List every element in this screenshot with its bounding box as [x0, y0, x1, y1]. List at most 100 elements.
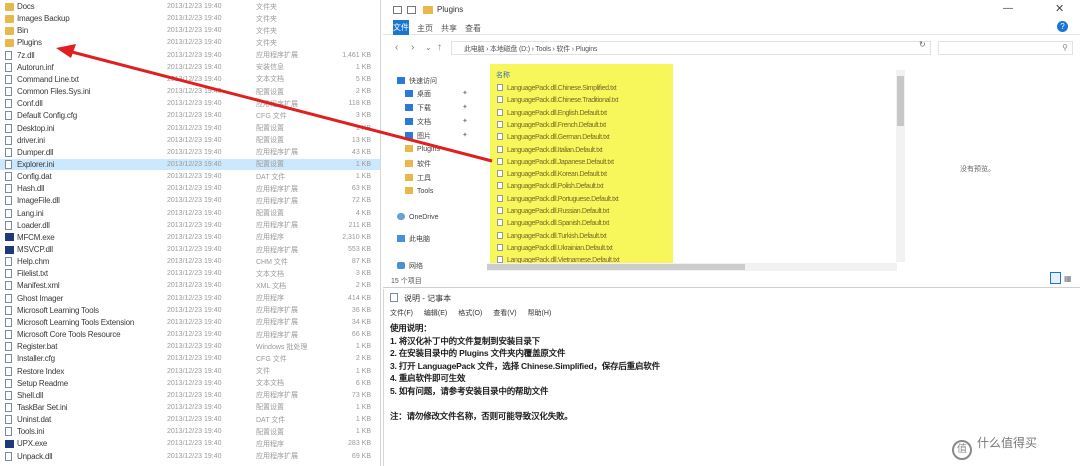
- file-row[interactable]: driver.ini 2013/12/23 19:40 配置设置 13 KB: [0, 135, 380, 146]
- back-icon[interactable]: ‹: [395, 42, 398, 53]
- file-row[interactable]: Autorun.inf 2013/12/23 19:40 安装信息 1 KB: [0, 62, 380, 73]
- pin-icon[interactable]: ✦: [462, 89, 468, 97]
- nav-item[interactable]: OneDrive: [397, 213, 439, 225]
- file-row[interactable]: LanguagePack.dll.Portuguese.Default.txt: [497, 194, 619, 205]
- tab-view[interactable]: 查看: [465, 23, 481, 34]
- large-icons-view-icon[interactable]: ▦: [1064, 274, 1073, 283]
- file-row[interactable]: Explorer.ini 2013/12/23 19:40 配置设置 1 KB: [0, 158, 380, 170]
- file-row[interactable]: Help.chm 2013/12/23 19:40 CHM 文件 87 KB: [0, 256, 380, 267]
- nav-item[interactable]: 桌面: [405, 89, 431, 101]
- text-line: 4. 重启软件即可生效: [390, 373, 466, 383]
- file-size: 1 KB: [355, 124, 371, 132]
- file-row[interactable]: Bin 2013/12/23 19:40 文件夹: [0, 25, 380, 36]
- pin-icon[interactable]: ✦: [462, 131, 468, 139]
- file-row[interactable]: 7z.dll 2013/12/23 19:40 应用程序扩展 1,461 KB: [0, 50, 380, 61]
- file-row[interactable]: Default Config.cfg 2013/12/23 19:40 CFG 文件…: [0, 110, 380, 121]
- menu-edit[interactable]: 编辑(E): [424, 310, 447, 317]
- file-row[interactable]: UPX.exe 2013/12/23 19:40 应用程序 283 KB: [0, 438, 380, 449]
- file-row[interactable]: LanguagePack.dll.Spanish.Default.txt: [497, 219, 609, 229]
- pin-icon[interactable]: ✦: [462, 103, 468, 111]
- menu-help[interactable]: 帮助(H): [528, 310, 552, 317]
- file-row[interactable]: Conf.dll 2013/12/23 19:40 应用程序扩展 118 KB: [0, 98, 380, 109]
- address-bar[interactable]: 此电脑 › 本地磁盘 (D:) › Tools › 软件 › Plugins: [451, 41, 931, 55]
- file-row[interactable]: LanguagePack.dll.Russian.Default.txt: [497, 207, 609, 217]
- file-row[interactable]: LanguagePack.dll.Italian.Default.txt: [497, 145, 603, 156]
- file-row[interactable]: LanguagePack.dll.Ukrainian.Default.txt: [497, 243, 613, 254]
- tab-share[interactable]: 共享: [441, 23, 457, 34]
- file-row[interactable]: LanguagePack.dll.Polish.Default.txt: [497, 182, 604, 192]
- nav-item[interactable]: 下载: [405, 103, 431, 115]
- file-row[interactable]: Microsoft Learning Tools 2013/12/23 19:40…: [0, 305, 380, 316]
- menu-format[interactable]: 格式(O): [458, 310, 482, 317]
- nav-item[interactable]: 图片: [405, 131, 431, 143]
- pin-icon[interactable]: ✦: [462, 117, 468, 125]
- nav-item[interactable]: Plugins: [405, 145, 440, 157]
- file-row[interactable]: MFCM.exe 2013/12/23 19:40 应用程序 2,310 KB: [0, 232, 380, 243]
- file-row[interactable]: Config.dat 2013/12/23 19:40 DAT 文件 1 KB: [0, 171, 380, 182]
- file-row[interactable]: Dumper.dll 2013/12/23 19:40 应用程序扩展 43 KB: [0, 147, 380, 158]
- tab-home[interactable]: 主页: [417, 23, 433, 34]
- file-row[interactable]: Hash.dll 2013/12/23 19:40 应用程序扩展 63 KB: [0, 183, 380, 194]
- file-row[interactable]: Docs 2013/12/23 19:40 文件夹: [0, 1, 380, 12]
- file-row[interactable]: LanguagePack.dll.German.Default.txt: [497, 133, 610, 143]
- forward-icon[interactable]: ›: [411, 42, 414, 53]
- nav-item[interactable]: 此电脑: [397, 234, 430, 246]
- file-row[interactable]: ImageFile.dll 2013/12/23 19:40 应用程序扩展 72 KB: [0, 195, 380, 206]
- file-row[interactable]: Register.bat 2013/12/23 19:40 Windows 批处理 1…: [0, 341, 380, 352]
- file-size: 1 KB: [355, 173, 371, 181]
- nav-item[interactable]: Tools: [405, 187, 433, 199]
- file-row[interactable]: LanguagePack.dll.Chinese.Traditional.txt: [497, 96, 618, 106]
- file-row[interactable]: Restore Index 2013/12/23 19:40 文件 1 KB: [0, 366, 380, 377]
- file-row[interactable]: LanguagePack.dll.French.Default.txt: [497, 120, 606, 131]
- help-icon[interactable]: ?: [1057, 21, 1068, 32]
- file-row[interactable]: Manifest.xml 2013/12/23 19:40 XML 文档 2 KB: [0, 280, 380, 291]
- nav-item[interactable]: 网络: [397, 261, 423, 273]
- file-row[interactable]: MSVCP.dll 2013/12/23 19:40 应用程序扩展 553 KB: [0, 244, 380, 255]
- ribbon-file-tab[interactable]: 文件: [393, 20, 409, 35]
- file-row[interactable]: Common Files.Sys.ini 2013/12/23 19:40 配置设置…: [0, 86, 380, 97]
- file-row[interactable]: Plugins 2013/12/23 19:40 文件夹: [0, 37, 380, 48]
- scroll-thumb[interactable]: [897, 76, 904, 126]
- file-row[interactable]: LanguagePack.dll.Japanese.Default.txt: [497, 157, 614, 168]
- file-row[interactable]: LanguagePack.dll.Chinese.Simplified.txt: [497, 84, 617, 94]
- vertical-scrollbar[interactable]: [896, 70, 905, 262]
- nav-item[interactable]: 文档: [405, 117, 431, 129]
- recent-dropdown-icon[interactable]: ⌄: [425, 43, 432, 52]
- nav-item[interactable]: 工具: [405, 173, 431, 185]
- file-icon: [5, 220, 12, 230]
- nav-item[interactable]: 快速访问: [397, 76, 437, 88]
- file-row[interactable]: Desktop.ini 2013/12/23 19:40 配置设置 1 KB: [0, 123, 380, 134]
- search-input[interactable]: ⚲: [938, 41, 1073, 55]
- file-row[interactable]: Microsoft Learning Tools Extension 2013/1…: [0, 317, 380, 328]
- file-row[interactable]: Installer.cfg 2013/12/23 19:40 CFG 文件 2 KB: [0, 353, 380, 364]
- nav-item[interactable]: 软件: [405, 159, 431, 171]
- menu-file[interactable]: 文件(F): [390, 310, 413, 317]
- file-name: MFCM.exe: [17, 232, 55, 242]
- properties-icon[interactable]: [407, 6, 416, 14]
- file-row[interactable]: Ghost Imager 2013/12/23 19:40 应用程序 414 KB: [0, 293, 380, 304]
- close-icon[interactable]: ✕: [1055, 2, 1064, 15]
- scroll-thumb[interactable]: [487, 264, 745, 270]
- file-row[interactable]: Filelist.txt 2013/12/23 19:40 文本文档 3 KB: [0, 268, 380, 279]
- details-view-icon[interactable]: [1050, 272, 1061, 284]
- file-row[interactable]: LanguagePack.dll.Korean.Default.txt: [497, 170, 607, 180]
- file-row[interactable]: Lang.ini 2013/12/23 19:40 配置设置 4 KB: [0, 208, 380, 219]
- file-row[interactable]: Tools.ini 2013/12/23 19:40 配置设置 1 KB: [0, 426, 380, 437]
- column-header-name[interactable]: 名称: [496, 70, 510, 80]
- file-row[interactable]: Shell.dll 2013/12/23 19:40 应用程序扩展 73 KB: [0, 390, 380, 401]
- menu-view[interactable]: 查看(V): [493, 310, 516, 317]
- file-row[interactable]: Unpack.dll 2013/12/23 19:40 应用程序扩展 69 KB: [0, 451, 380, 462]
- file-row[interactable]: TaskBar Set.ini 2013/12/23 19:40 配置设置 1 KB: [0, 402, 380, 413]
- file-row[interactable]: LanguagePack.dll.English.Default.txt: [497, 108, 607, 119]
- horizontal-scrollbar[interactable]: [487, 263, 897, 271]
- up-icon[interactable]: ↑: [437, 42, 442, 53]
- file-row[interactable]: Uninst.dat 2013/12/23 19:40 DAT 文件 1 KB: [0, 414, 380, 425]
- file-row[interactable]: LanguagePack.dll.Turkish.Default.txt: [497, 231, 607, 242]
- minimize-icon[interactable]: —: [1003, 3, 1013, 14]
- file-row[interactable]: Setup Readme 2013/12/23 19:40 文本文档 6 KB: [0, 378, 380, 389]
- file-row[interactable]: Command Line.txt 2013/12/23 19:40 文本文档 5 KB: [0, 74, 380, 85]
- refresh-icon[interactable]: ↻: [919, 40, 926, 49]
- file-row[interactable]: Images Backup 2013/12/23 19:40 文件夹: [0, 13, 380, 24]
- file-row[interactable]: Loader.dll 2013/12/23 19:40 应用程序扩展 211 KB: [0, 220, 380, 231]
- file-row[interactable]: Microsoft Core Tools Resource 2013/12/23 …: [0, 329, 380, 340]
